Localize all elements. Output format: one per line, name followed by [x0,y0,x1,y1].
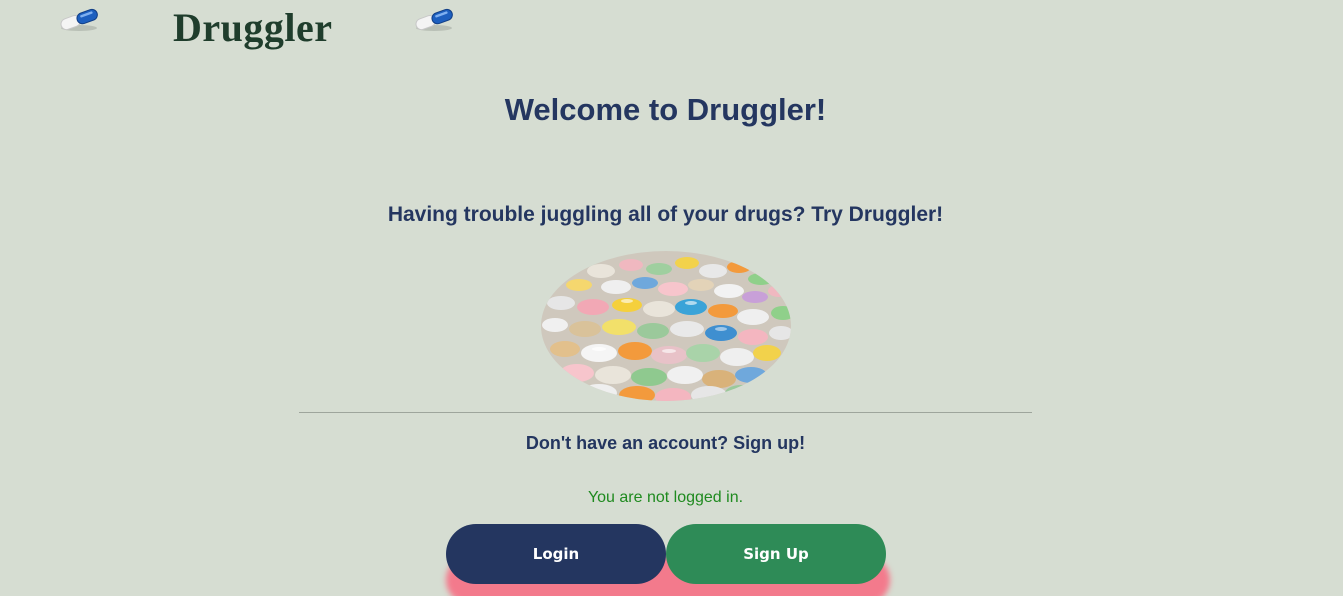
pill-capsule-icon [60,8,98,31]
pills-pile-image [541,251,791,401]
login-button[interactable]: Login [446,524,666,584]
signup-prompt: Don't have an account? Sign up! [525,433,806,453]
sign-up-button[interactable]: Sign Up [666,524,886,584]
brand-title[interactable]: Druggler [173,4,333,51]
divider [299,412,1032,413]
page: Druggler Welcome to Druggler! Having tro… [0,0,1343,596]
tagline-heading: Having trouble juggling all of your drug… [387,203,944,226]
header: Druggler [0,0,1343,60]
login-status-text: You are not logged in. [587,489,744,506]
pill-capsule-icon [415,8,453,31]
welcome-heading: Welcome to Druggler! [504,92,827,127]
